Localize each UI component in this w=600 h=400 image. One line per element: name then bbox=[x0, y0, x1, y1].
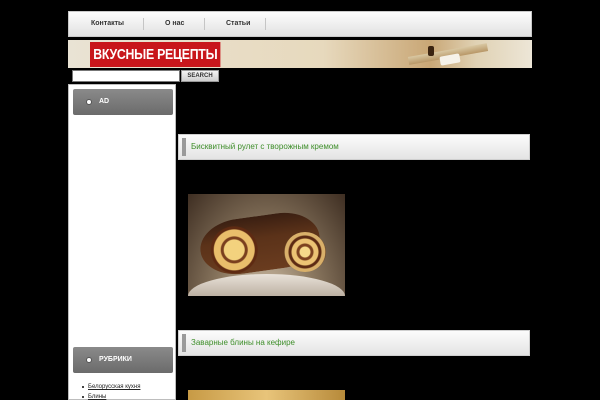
nav-link-contacts[interactable]: Контакты bbox=[91, 12, 124, 36]
top-navigation: Контакты О нас Статьи bbox=[68, 11, 532, 37]
nav-link-about[interactable]: О нас bbox=[165, 12, 184, 36]
widget-title: AD bbox=[99, 98, 110, 105]
post-header: Заварные блины на кефире bbox=[178, 330, 530, 356]
search-input[interactable] bbox=[72, 70, 180, 82]
post-image bbox=[284, 232, 326, 272]
widget-header-rubrics: РУБРИКИ bbox=[73, 347, 173, 373]
banner-decoration-image bbox=[428, 46, 434, 56]
rubric-link[interactable]: Белорусская кухня bbox=[82, 382, 140, 392]
post-image[interactable] bbox=[188, 390, 345, 400]
post-title-link[interactable]: Бисквитный рулет с творожным кремом bbox=[191, 135, 339, 159]
widget-title: РУБРИКИ bbox=[99, 356, 132, 363]
rubric-list: Белорусская кухня Блины bbox=[82, 382, 140, 400]
post-image[interactable] bbox=[188, 194, 345, 296]
header-banner: ВКУСНЫЕ РЕЦЕПТЫ bbox=[68, 40, 532, 68]
sidebar: AD РУБРИКИ bbox=[68, 84, 176, 400]
nav-link-articles[interactable]: Статьи bbox=[226, 12, 250, 36]
widget-header-ad: AD bbox=[73, 89, 173, 115]
rubric-link[interactable]: Блины bbox=[82, 392, 140, 400]
post-title-link[interactable]: Заварные блины на кефире bbox=[191, 331, 295, 355]
nav-separator bbox=[204, 18, 205, 30]
bullet-icon bbox=[86, 99, 92, 105]
post-image bbox=[188, 274, 345, 296]
search-button[interactable]: SEARCH bbox=[181, 70, 219, 82]
post-header-marker bbox=[182, 334, 186, 352]
nav-separator bbox=[265, 18, 266, 30]
banner-decoration-image bbox=[439, 53, 461, 66]
nav-separator bbox=[143, 18, 144, 30]
site-logo[interactable]: ВКУСНЫЕ РЕЦЕПТЫ bbox=[90, 42, 221, 67]
bullet-icon bbox=[86, 357, 92, 363]
post-header-marker bbox=[182, 138, 186, 156]
post-header: Бисквитный рулет с творожным кремом bbox=[178, 134, 530, 160]
